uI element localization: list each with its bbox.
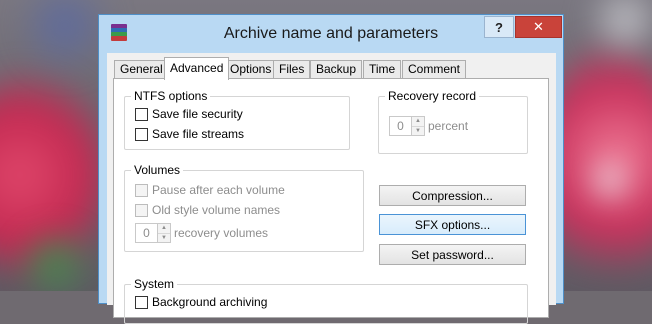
- spinner-up-icon[interactable]: ▲: [412, 117, 424, 127]
- tab-files[interactable]: Files: [273, 60, 311, 79]
- recovery-volumes-spinner[interactable]: 0 ▲ ▼ recovery volumes: [135, 223, 268, 243]
- recovery-percent-input[interactable]: 0: [389, 116, 411, 136]
- tab-general[interactable]: General: [114, 60, 169, 79]
- pause-after-each-volume-checkbox[interactable]: Pause after each volume: [135, 183, 285, 197]
- checkbox-box[interactable]: [135, 127, 148, 141]
- checkbox-box[interactable]: [135, 295, 148, 309]
- close-button[interactable]: ✕: [515, 16, 562, 38]
- save-file-security-checkbox[interactable]: Save file security: [135, 107, 243, 121]
- spinner-buttons: ▲ ▼: [411, 116, 425, 136]
- recovery-volumes-label: recovery volumes: [174, 226, 269, 240]
- recovery-record-group: Recovery record 0 ▲ ▼ percent: [378, 89, 528, 154]
- checkbox-box[interactable]: [135, 183, 148, 197]
- pause-after-each-volume-label: Pause after each volume: [152, 183, 285, 197]
- sfx-options-button[interactable]: SFX options...: [379, 214, 526, 235]
- compression-button[interactable]: Compression...: [379, 185, 526, 206]
- recovery-volumes-input[interactable]: 0: [135, 223, 157, 243]
- set-password-button[interactable]: Set password...: [379, 244, 526, 265]
- ntfs-options-group: NTFS options Save file security Save fil…: [124, 89, 350, 150]
- recovery-percent-spinner[interactable]: 0 ▲ ▼ percent: [389, 116, 468, 136]
- dialog-client: General Advanced Options Files Backup Ti…: [107, 53, 556, 324]
- advanced-tab-panel: NTFS options Save file security Save fil…: [113, 78, 549, 324]
- spinner-down-icon[interactable]: ▼: [412, 127, 424, 136]
- spinner-up-icon[interactable]: ▲: [158, 224, 170, 234]
- light-blur-small: [590, 150, 630, 210]
- tab-time[interactable]: Time: [363, 60, 402, 79]
- volumes-group: Volumes Pause after each volume Old styl…: [124, 163, 364, 252]
- recovery-record-title: Recovery record: [385, 89, 480, 103]
- close-icon: ✕: [533, 19, 544, 34]
- archive-dialog: Archive name and parameters ? ✕ General …: [98, 14, 564, 324]
- system-title: System: [131, 277, 178, 291]
- system-group: System Background archiving: [124, 277, 528, 324]
- save-file-streams-label: Save file streams: [152, 127, 245, 141]
- ntfs-options-title: NTFS options: [131, 89, 211, 103]
- tab-comment[interactable]: Comment: [402, 60, 467, 79]
- checkbox-box[interactable]: [135, 203, 148, 217]
- tab-backup[interactable]: Backup: [310, 60, 363, 79]
- background-archiving-label: Background archiving: [152, 295, 268, 309]
- background-archiving-checkbox[interactable]: Background archiving: [135, 295, 267, 309]
- save-file-security-label: Save file security: [152, 107, 243, 121]
- volumes-title: Volumes: [131, 163, 184, 177]
- tab-advanced[interactable]: Advanced: [164, 57, 230, 80]
- tab-options[interactable]: Options: [224, 60, 278, 79]
- old-style-volume-names-checkbox[interactable]: Old style volume names: [135, 203, 280, 217]
- percent-label: percent: [428, 119, 469, 133]
- help-button[interactable]: ?: [484, 16, 514, 38]
- spinner-down-icon[interactable]: ▼: [158, 234, 170, 243]
- spinner-buttons: ▲ ▼: [157, 223, 171, 243]
- title-bar[interactable]: Archive name and parameters ? ✕: [99, 15, 563, 53]
- save-file-streams-checkbox[interactable]: Save file streams: [135, 127, 244, 141]
- old-style-volume-names-label: Old style volume names: [152, 203, 281, 217]
- leaf-blur: [10, 230, 100, 291]
- checkbox-box[interactable]: [135, 107, 148, 121]
